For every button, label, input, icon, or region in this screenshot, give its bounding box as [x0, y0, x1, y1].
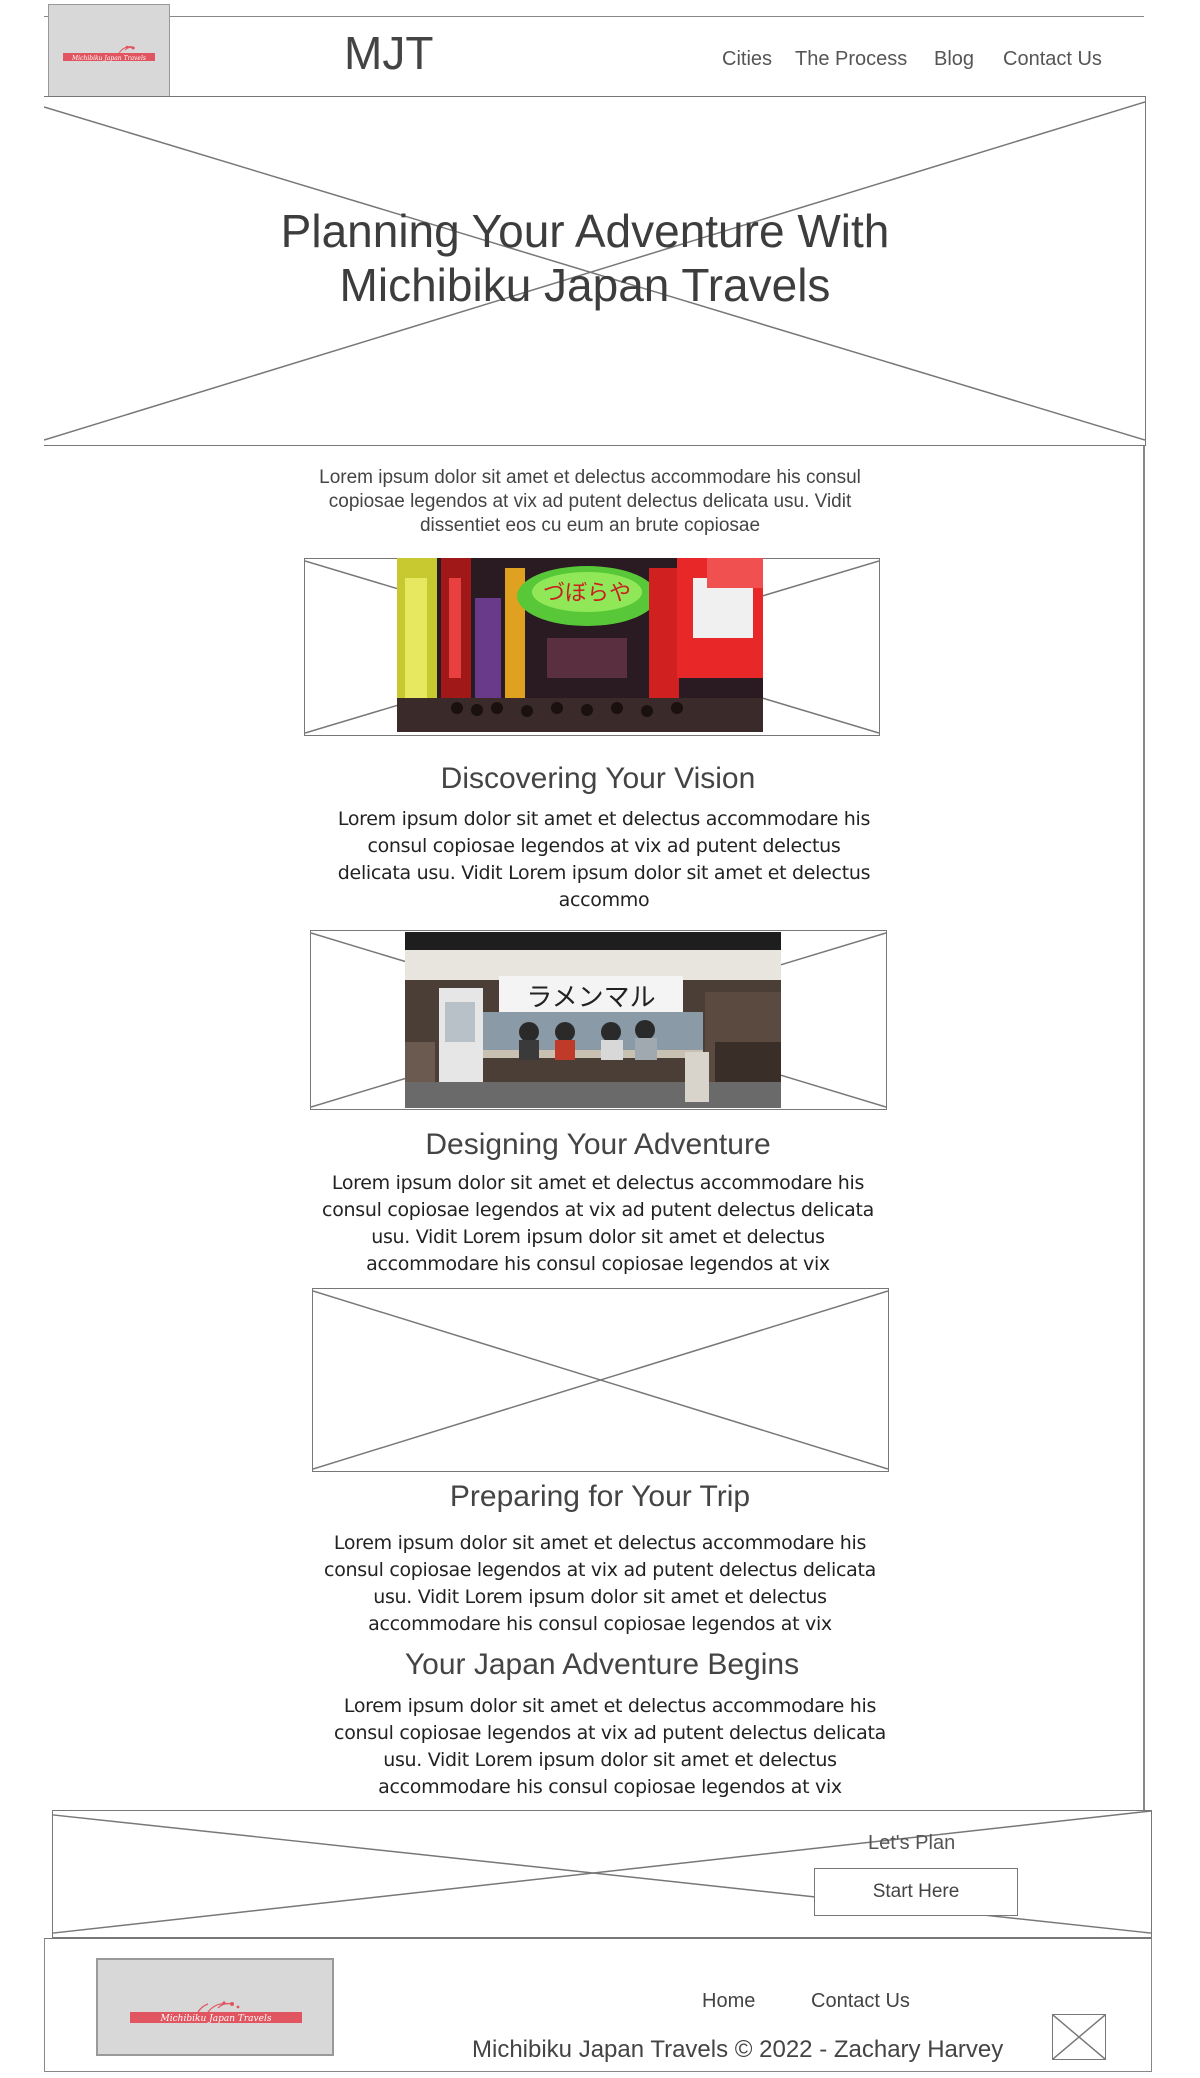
section-body-discovering: Lorem ipsum dolor sit amet et delectus a…: [337, 808, 871, 911]
footer-nav-contact-us[interactable]: Contact Us: [811, 1990, 910, 2013]
logo-text: Michibiku Japan Travels: [71, 55, 146, 62]
cta-label: Let's Plan: [868, 1832, 956, 1854]
start-here-button[interactable]: Start Here: [814, 1868, 1018, 1916]
nav-contact-us[interactable]: Contact Us: [1003, 48, 1102, 71]
hero-title-line-1: Planning Your Adventure With: [280, 205, 890, 257]
footer-nav-home[interactable]: Home: [702, 1990, 755, 2013]
street-night-photo: づぼらや: [397, 558, 763, 732]
section-body-begins: Lorem ipsum dolor sit amet et delectus a…: [334, 1695, 886, 1798]
section-heading-designing: Designing Your Adventure: [425, 1128, 771, 1161]
intro-text: Lorem ipsum dolor sit amet et delectus a…: [319, 467, 861, 536]
hero-title-line-2: Michibiku Japan Travels: [339, 259, 831, 311]
hero-title: Planning Your Adventure With Michibiku J…: [200, 204, 970, 312]
logo-image-icon: Michibiku Japan Travels: [63, 45, 155, 62]
section-body-designing: Lorem ipsum dolor sit amet et delectus a…: [322, 1172, 874, 1275]
trip-image-placeholder: [312, 1288, 889, 1472]
nav-blog[interactable]: Blog: [934, 48, 974, 71]
ramen-shop-photo: ラメンマル: [405, 932, 781, 1108]
nav-the-process[interactable]: The Process: [795, 48, 907, 71]
footer-logo-text: Michibiku Japan Travels: [160, 2014, 272, 2024]
header-logo[interactable]: Michibiku Japan Travels: [48, 4, 170, 108]
social-image-placeholder-icon[interactable]: [1052, 2014, 1106, 2060]
header-bar: [44, 16, 1144, 100]
section-body-preparing: Lorem ipsum dolor sit amet et delectus a…: [324, 1532, 876, 1635]
copyright-text: Michibiku Japan Travels © 2022 - Zachary…: [472, 2036, 1004, 2063]
section-heading-preparing: Preparing for Your Trip: [449, 1480, 751, 1513]
section-heading-begins: Your Japan Adventure Begins: [404, 1648, 800, 1681]
ramen-sign-text: ラメンマル: [526, 983, 655, 1013]
brand-title[interactable]: MJT: [344, 26, 433, 80]
street-sign-text: づぼらや: [543, 581, 631, 606]
footer-logo[interactable]: Michibiku Japan Travels: [96, 1958, 334, 2056]
section-heading-discovering: Discovering Your Vision: [440, 762, 756, 795]
footer-logo-image-icon: Michibiku Japan Travels: [130, 2001, 302, 2024]
nav-cities[interactable]: Cities: [722, 48, 772, 71]
